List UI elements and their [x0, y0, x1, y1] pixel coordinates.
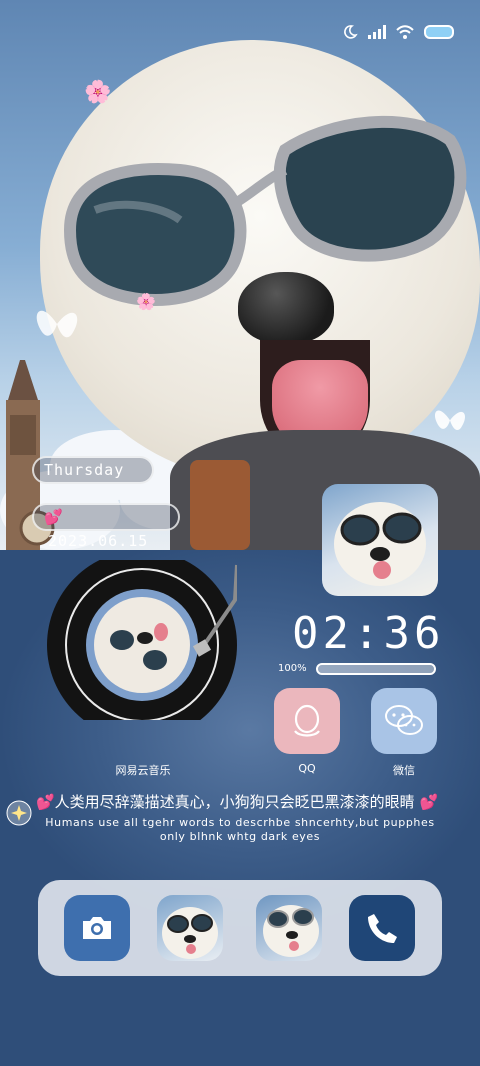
wechat-app-label: 微信: [393, 764, 415, 777]
dog-photo-button-2[interactable]: [256, 895, 322, 961]
harness-strap: [190, 460, 250, 550]
quote-english: Humans use all tgehr words to descrhbe s…: [20, 816, 460, 844]
dog-photo-icon: [162, 907, 218, 959]
qq-app-button[interactable]: [274, 688, 340, 754]
status-bar: [342, 22, 454, 42]
flower-sticker-icon: 🌸: [136, 292, 156, 311]
moon-icon: [344, 25, 358, 39]
dog-nose: [238, 272, 334, 344]
music-app-label: 网易云音乐: [115, 764, 171, 777]
wechat-app-button[interactable]: [371, 688, 437, 754]
battery-bar-fill: [318, 665, 434, 673]
dock: [38, 880, 442, 976]
wifi-icon: [396, 25, 414, 39]
battery-bar: [316, 663, 436, 675]
heart-emoji-icon: 💕: [44, 508, 64, 526]
dog-photo-button-1[interactable]: [157, 895, 223, 961]
camera-icon: [83, 917, 111, 939]
butterfly-icon: [36, 310, 78, 338]
wechat-bubbles-icon: [385, 705, 423, 735]
flower-sticker-icon: 🌸: [84, 80, 112, 105]
battery-percent: 100%: [278, 663, 307, 674]
qq-app-label: QQ: [298, 762, 316, 775]
camera-app-button[interactable]: [64, 895, 130, 961]
signal-icon: [368, 25, 386, 39]
day-label: Thursday: [44, 461, 125, 479]
date-widget[interactable]: 💕 2023.06.15: [32, 503, 180, 550]
quote-chinese: 💕人类用尽辞藻描述真心，小狗狗只会眨巴黑漆漆的眼睛 💕: [36, 793, 439, 811]
vinyl-record-icon: [47, 550, 239, 740]
music-player-widget[interactable]: [47, 550, 239, 740]
day-widget[interactable]: Thursday: [32, 456, 154, 484]
qq-penguin-icon: [294, 704, 320, 737]
date-label: 2023.06.15: [48, 532, 149, 550]
battery-icon: [424, 25, 454, 39]
butterfly-icon: [434, 410, 466, 431]
dog-photo-widget[interactable]: [322, 484, 438, 596]
quote-english-line2: only blhnk whtg dark eyes: [159, 830, 321, 843]
phone-icon: [368, 914, 397, 943]
quote-english-line1: Humans use all tgehr words to descrhbe s…: [45, 816, 435, 829]
clock-time: 02:36: [292, 608, 445, 659]
phone-app-button[interactable]: [349, 895, 415, 961]
dog-photo-icon: [263, 905, 319, 957]
dog-photo-icon: [334, 502, 426, 586]
